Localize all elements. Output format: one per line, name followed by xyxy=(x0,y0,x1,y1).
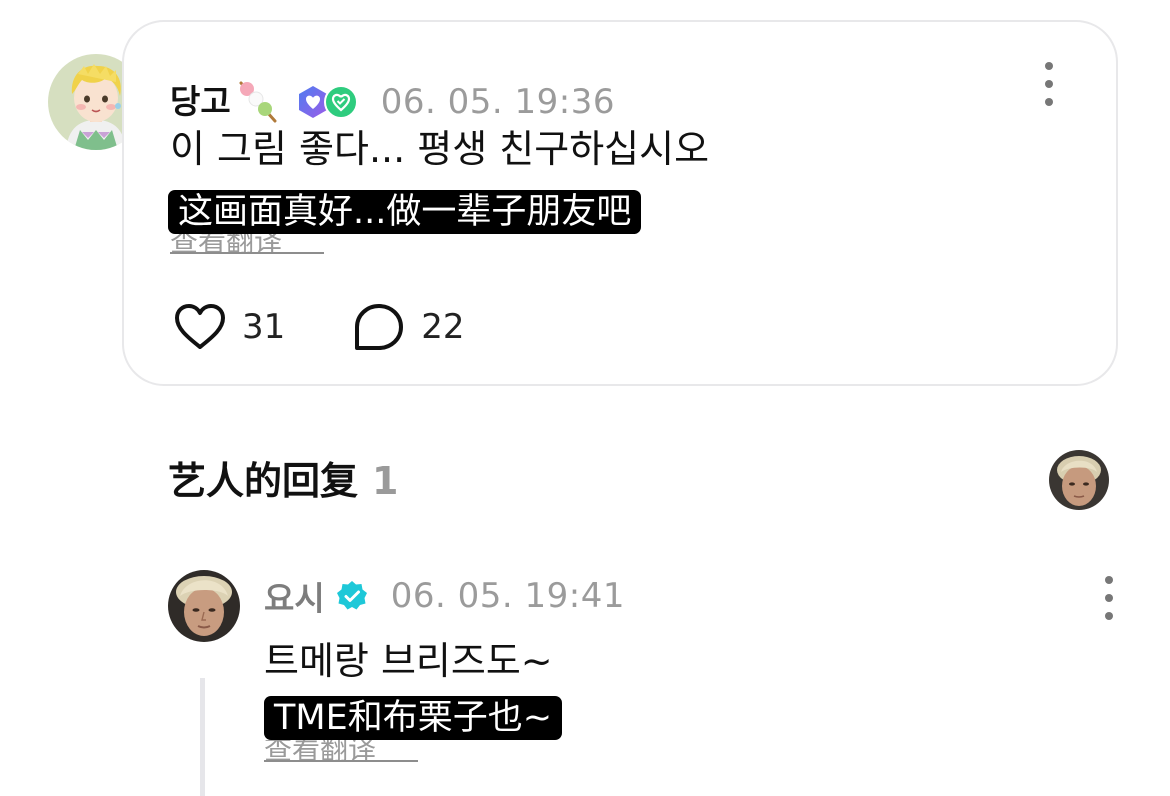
comment-timestamp: 06. 05. 19:36 xyxy=(380,82,615,122)
more-vertical-icon xyxy=(1105,576,1113,584)
like-count: 31 xyxy=(242,307,286,347)
reply-author-avatar[interactable] xyxy=(168,570,240,642)
artist-replies-header: 艺人的回复 1 xyxy=(168,456,398,506)
reply-count: 22 xyxy=(421,307,465,347)
reply-timestamp: 06. 05. 19:41 xyxy=(390,576,625,616)
commenter-username[interactable]: 당고 xyxy=(170,82,231,122)
comment-header: 당고 06. 05. 19:36 xyxy=(170,74,615,130)
verified-badge-icon xyxy=(336,581,367,610)
reply-button[interactable]: 22 xyxy=(351,302,465,352)
comment-thread-page: 당고 06. 05. 19:36 이 그림 좋다... 평생 친구하십시오 查看… xyxy=(0,0,1170,796)
comment-more-button[interactable] xyxy=(1042,62,1056,106)
reply-more-button[interactable] xyxy=(1102,576,1116,620)
artist-avatar-small[interactable] xyxy=(1049,450,1109,510)
reply-thread-line xyxy=(200,678,205,796)
dango-icon xyxy=(239,81,277,123)
artist-replies-count: 1 xyxy=(372,459,399,503)
artist-avatar-small-photo xyxy=(1049,450,1109,510)
reply-author-username[interactable]: 요시 xyxy=(264,572,325,620)
comment-text: 이 그림 좋다... 평생 친구하십시오 xyxy=(170,127,710,171)
reply-text: 트메랑 브리즈도~ xyxy=(264,639,553,683)
heart-badge-icon xyxy=(323,85,358,119)
comment-actions: 31 22 xyxy=(172,302,465,352)
speech-bubble-icon xyxy=(355,304,404,350)
heart-outline-icon xyxy=(175,304,225,349)
more-vertical-icon xyxy=(1045,62,1053,70)
comment-translation: 这画面真好...做一辈子朋友吧 xyxy=(168,190,642,234)
membership-badges xyxy=(295,84,359,120)
comment-card: 당고 06. 05. 19:36 이 그림 좋다... 평생 친구하십시오 查看… xyxy=(122,20,1118,386)
like-button[interactable]: 31 xyxy=(172,302,285,352)
reply-header: 요시 06. 05. 19:41 xyxy=(264,572,625,620)
reply-author-avatar-photo xyxy=(168,570,240,642)
reply-translation: TME和布栗子也~ xyxy=(264,696,563,740)
artist-replies-title: 艺人的回复 xyxy=(168,459,359,503)
view-translation-link[interactable]: 查看翻译 xyxy=(170,232,324,254)
reply-view-translation-link[interactable]: 查看翻译 xyxy=(264,740,418,762)
